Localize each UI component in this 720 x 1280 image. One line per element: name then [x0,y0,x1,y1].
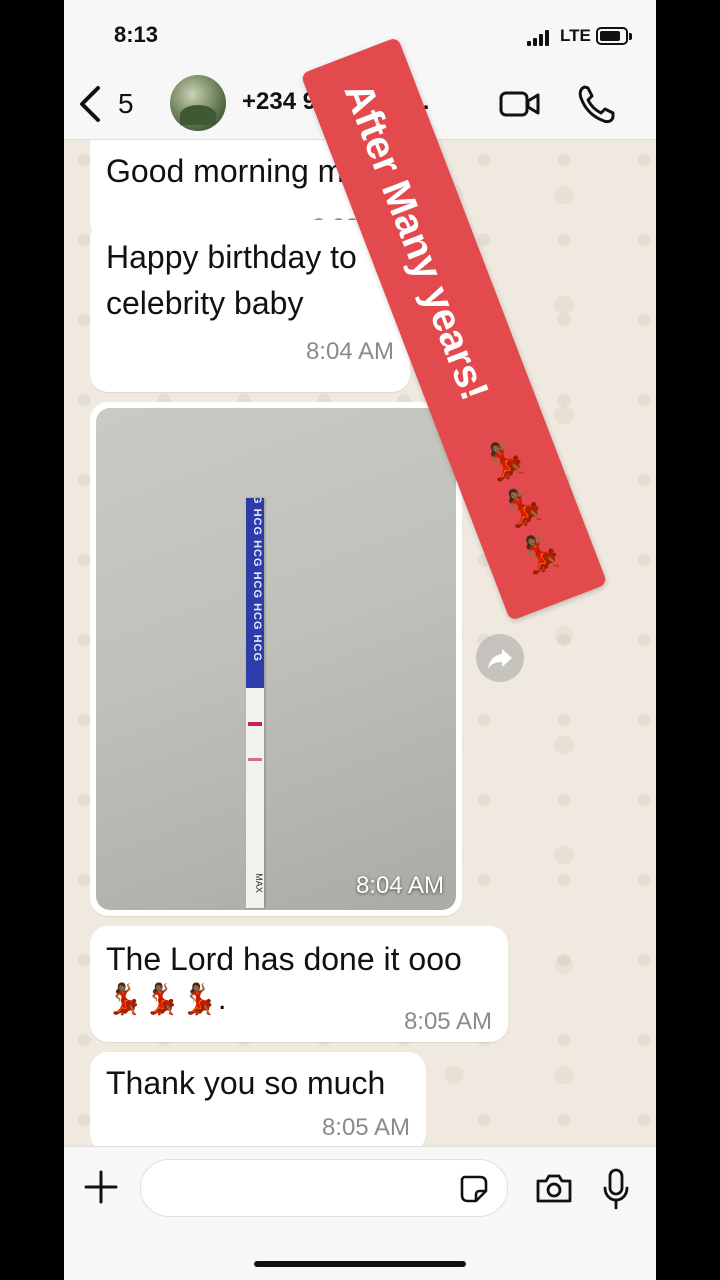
message-text-line-2: celebrity baby [106,285,304,321]
battery-icon [596,27,632,45]
pregnancy-test-photo[interactable]: G HCG HCG HCG HCG HCG MAX 8:04 AM [96,408,456,910]
signal-icon [527,30,551,46]
dancer-emoji: 💃🏾💃🏾💃🏾 [475,432,569,580]
strip-text: G HCG HCG HCG HCG HCG [251,498,263,663]
message-text: Good morning m [106,153,345,189]
sticker-icon[interactable] [458,1173,490,1205]
control-line [248,722,262,726]
phone-screen: 8:13 LTE 5 +234 90 44... Good morning m [64,0,656,1280]
dancer-emoji: 💃🏾💃🏾💃🏾. [106,983,227,1016]
camera-icon[interactable] [534,1171,574,1205]
forward-arrow-icon [488,649,512,669]
home-indicator[interactable] [254,1261,466,1267]
message-text-line-1: Happy birthday to [106,239,357,275]
message-bubble[interactable]: The Lord has done it ooo 💃🏾💃🏾💃🏾. 8:05 AM [90,926,508,1042]
test-strip: G HCG HCG HCG HCG HCG MAX [246,498,264,908]
message-input-bar [64,1146,656,1280]
message-time: 8:04 AM [355,872,444,899]
strip-max-label: MAX [253,873,264,893]
message-text: The Lord has done it ooo [106,941,462,977]
message-bubble[interactable]: Thank you so much 8:05 AM [90,1052,426,1146]
message-time: 8:05 AM [403,1008,492,1035]
message-time: 8:05 AM [321,1114,410,1141]
image-message[interactable]: G HCG HCG HCG HCG HCG MAX 8:04 AM [90,402,462,916]
strip-label: G HCG HCG HCG HCG HCG [246,498,264,688]
message-text: Thank you so much [106,1065,386,1101]
message-time: 8:04 AM [305,338,394,365]
status-time: 8:13 [114,22,159,47]
message-bubble[interactable]: Happy birthday to celebrity baby 8:04 AM [90,220,410,392]
test-line [248,758,262,761]
unread-count: 5 [118,88,134,119]
chevron-left-icon [80,86,100,122]
chat-area[interactable]: Good morning m 8:02 AM Happy birthday to… [64,140,656,1146]
phone-call-icon[interactable] [576,82,616,126]
network-label: LTE [560,26,591,45]
avatar[interactable] [170,75,226,131]
message-input[interactable] [140,1159,508,1217]
forward-button[interactable] [476,634,524,682]
microphone-icon[interactable] [600,1167,632,1211]
plus-icon[interactable] [82,1167,120,1207]
video-call-icon[interactable] [498,84,542,124]
back-button[interactable]: 5 [76,82,156,126]
